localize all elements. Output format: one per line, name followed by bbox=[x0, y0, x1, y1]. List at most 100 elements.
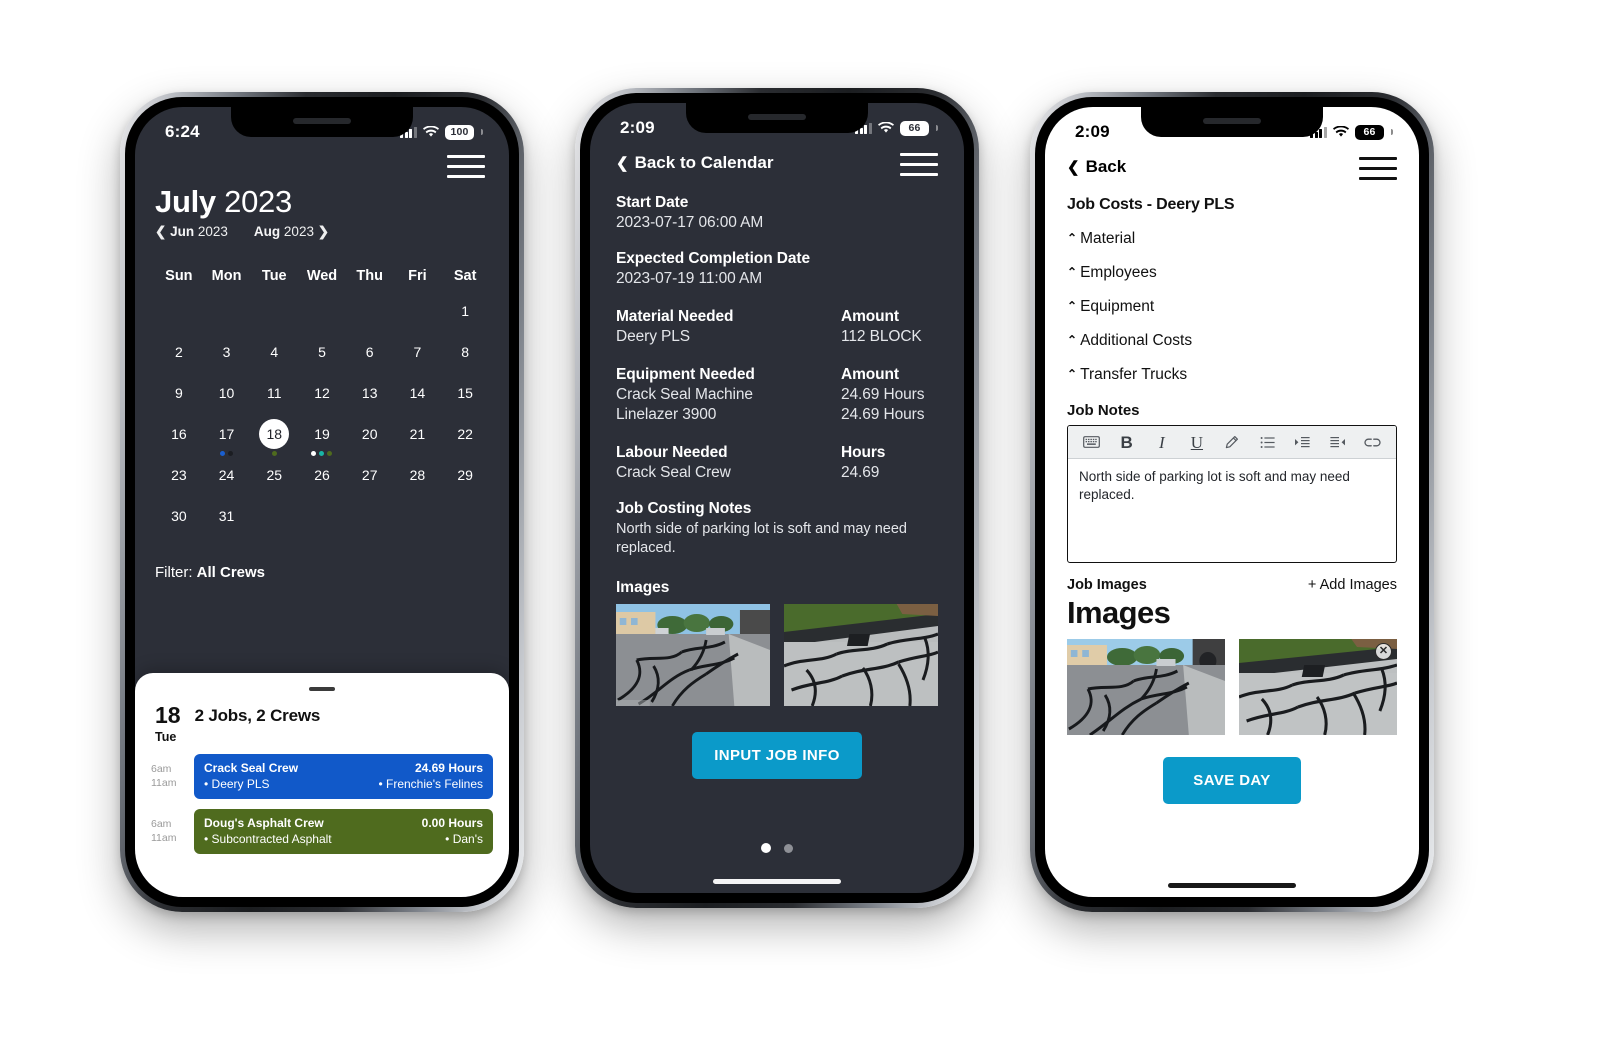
link-icon[interactable] bbox=[1355, 426, 1390, 458]
material-amount-label: Amount bbox=[841, 308, 899, 325]
completion-date-field: Expected Completion Date 2023-07-19 11:0… bbox=[616, 250, 938, 288]
calendar-day-26[interactable]: 26 bbox=[298, 460, 346, 501]
bullet-list-icon[interactable] bbox=[1250, 426, 1285, 458]
underline-icon[interactable]: U bbox=[1179, 426, 1214, 458]
material-name: Deery PLS bbox=[616, 328, 691, 345]
calendar-week-row: 1 bbox=[155, 296, 489, 337]
calendar-day-3[interactable]: 3 bbox=[203, 337, 251, 378]
accordion-transfer-trucks[interactable]: ⌃ Transfer Trucks bbox=[1067, 366, 1397, 384]
bold-icon[interactable]: B bbox=[1109, 426, 1144, 458]
calendar-filter[interactable]: Filter: All Crews bbox=[155, 564, 489, 581]
calendar-day-10[interactable]: 10 bbox=[203, 378, 251, 419]
calendar-day-21[interactable]: 21 bbox=[394, 419, 442, 460]
job-detail-body: ❮ Back to Calendar Start Date 2023-07-17… bbox=[590, 103, 964, 893]
job-detail-screen: 2:09 66 ❮ Back to Calendar Start Date 20… bbox=[590, 103, 964, 893]
status-indicators: 100 bbox=[400, 124, 483, 140]
calendar-day-number: 29 bbox=[457, 467, 473, 483]
phone-calendar: 6:24 100 July 2023 ❮ Jun 2023 Aug 2023 ❯… bbox=[120, 92, 524, 912]
job-notes-editor[interactable]: B I U North side of parking lot is soft … bbox=[1067, 425, 1397, 563]
input-job-info-button[interactable]: INPUT JOB INFO bbox=[692, 731, 862, 779]
calendar-dow-sun: Sun bbox=[165, 268, 193, 284]
keyboard-icon[interactable] bbox=[1074, 426, 1109, 458]
job-card[interactable]: Crack Seal Crew 24.69 Hours • Deery PLS • F… bbox=[194, 753, 493, 799]
chevron-up-icon: ⌃ bbox=[1067, 333, 1078, 347]
cracked-asphalt-curb-photo-2[interactable]: ✕ bbox=[1239, 639, 1397, 735]
calendar-day-19[interactable]: 19 bbox=[298, 419, 346, 460]
job-notes-text[interactable]: North side of parking lot is soft and ma… bbox=[1068, 459, 1396, 562]
calendar-day-empty bbox=[298, 296, 346, 337]
calendar-day-16[interactable]: 16 bbox=[155, 419, 203, 460]
calendar-day-22[interactable]: 22 bbox=[441, 419, 489, 460]
page-dot-1[interactable] bbox=[761, 843, 771, 853]
chevron-up-icon: ⌃ bbox=[1067, 299, 1078, 313]
calendar-day-31[interactable]: 31 bbox=[203, 501, 251, 542]
accordion-additional-costs[interactable]: ⌃ Additional Costs bbox=[1067, 332, 1397, 350]
job-card[interactable]: Doug's Asphalt Crew 0.00 Hours • Subcontra… bbox=[194, 808, 493, 854]
indent-left-icon[interactable] bbox=[1320, 426, 1355, 458]
close-circle-icon[interactable]: ✕ bbox=[1375, 643, 1392, 660]
start-date-label: Start Date bbox=[616, 194, 689, 211]
calendar-day-7[interactable]: 7 bbox=[394, 337, 442, 378]
back-to-calendar-button[interactable]: ❮ Back to Calendar bbox=[616, 153, 773, 173]
calendar-day-20[interactable]: 20 bbox=[346, 419, 394, 460]
calendar-day-11[interactable]: 11 bbox=[250, 378, 298, 419]
job-material: • Deery PLS bbox=[204, 776, 270, 791]
calendar-day-18[interactable]: 18 bbox=[250, 419, 298, 460]
calendar-day-2[interactable]: 2 bbox=[155, 337, 203, 378]
save-day-button[interactable]: SAVE DAY bbox=[1163, 757, 1301, 804]
cracked-parking-lot-photo-1[interactable] bbox=[1067, 639, 1225, 735]
calendar-day-13[interactable]: 13 bbox=[346, 378, 394, 419]
job-row[interactable]: 6am 11am Crack Seal Crew 24.69 Hours • Deery… bbox=[151, 753, 493, 799]
job-time-range: 6am 11am bbox=[151, 762, 185, 790]
phone-job-detail: 2:09 66 ❮ Back to Calendar Start Date 20… bbox=[575, 88, 979, 908]
calendar-day-30[interactable]: 30 bbox=[155, 501, 203, 542]
hamburger-menu-icon[interactable] bbox=[900, 153, 938, 176]
filter-label: Filter: bbox=[155, 564, 193, 581]
next-month-button[interactable]: Aug 2023 ❯ bbox=[254, 224, 329, 240]
calendar-day-29[interactable]: 29 bbox=[441, 460, 489, 501]
drag-handle[interactable] bbox=[309, 687, 335, 691]
chevron-left-icon: ❮ bbox=[155, 224, 167, 239]
calendar-day-15[interactable]: 15 bbox=[441, 378, 489, 419]
calendar-day-27[interactable]: 27 bbox=[346, 460, 394, 501]
battery-indicator: 66 bbox=[900, 120, 929, 136]
prev-month-label: Jun bbox=[170, 224, 195, 239]
calendar-day-28[interactable]: 28 bbox=[394, 460, 442, 501]
calendar-day-25[interactable]: 25 bbox=[250, 460, 298, 501]
accordion-material[interactable]: ⌃ Material bbox=[1067, 230, 1397, 248]
calendar-day-24[interactable]: 24 bbox=[203, 460, 251, 501]
screenshot-canvas: 6:24 100 July 2023 ❮ Jun 2023 Aug 2023 ❯… bbox=[0, 0, 1605, 1055]
calendar-day-14[interactable]: 14 bbox=[394, 378, 442, 419]
hamburger-menu-icon[interactable] bbox=[447, 155, 485, 178]
cracked-parking-lot-photo-1[interactable] bbox=[616, 603, 770, 706]
add-images-button[interactable]: + Add Images bbox=[1308, 577, 1397, 593]
italic-icon[interactable]: I bbox=[1144, 426, 1179, 458]
calendar-day-17[interactable]: 17 bbox=[203, 419, 251, 460]
calendar-day-number: 4 bbox=[270, 344, 279, 360]
cracked-asphalt-curb-photo-2[interactable] bbox=[784, 603, 938, 706]
highlighter-icon[interactable] bbox=[1214, 426, 1249, 458]
accordion-employees[interactable]: ⌃ Employees bbox=[1067, 264, 1397, 282]
calendar-day-12[interactable]: 12 bbox=[298, 378, 346, 419]
back-button[interactable]: ❮ Back bbox=[1067, 157, 1126, 177]
calendar-day-1[interactable]: 1 bbox=[441, 296, 489, 337]
calendar-day-8[interactable]: 8 bbox=[441, 337, 489, 378]
calendar-day-23[interactable]: 23 bbox=[155, 460, 203, 501]
calendar-day-6[interactable]: 6 bbox=[346, 337, 394, 378]
accordion-equipment[interactable]: ⌃ Equipment bbox=[1067, 298, 1397, 316]
calendar-month-title: July 2023 bbox=[155, 184, 489, 220]
calendar-day-9[interactable]: 9 bbox=[155, 378, 203, 419]
calendar-dow-row: Sun Mon Tue Wed Thu Fri Sat bbox=[155, 262, 489, 296]
prev-month-button[interactable]: ❮ Jun 2023 bbox=[155, 224, 228, 240]
wifi-icon bbox=[423, 126, 439, 138]
job-row[interactable]: 6am 11am Doug's Asphalt Crew 0.00 Hours • Su… bbox=[151, 808, 493, 854]
calendar-day-4[interactable]: 4 bbox=[250, 337, 298, 378]
calendar-day-5[interactable]: 5 bbox=[298, 337, 346, 378]
calendar-header-bar bbox=[155, 155, 489, 178]
indent-right-icon[interactable] bbox=[1285, 426, 1320, 458]
calendar-day-number: 30 bbox=[171, 508, 187, 524]
page-dot-2[interactable] bbox=[784, 843, 793, 853]
chevron-left-icon: ❮ bbox=[616, 155, 629, 172]
hamburger-menu-icon[interactable] bbox=[1359, 157, 1397, 180]
calendar-day-empty bbox=[394, 296, 442, 337]
